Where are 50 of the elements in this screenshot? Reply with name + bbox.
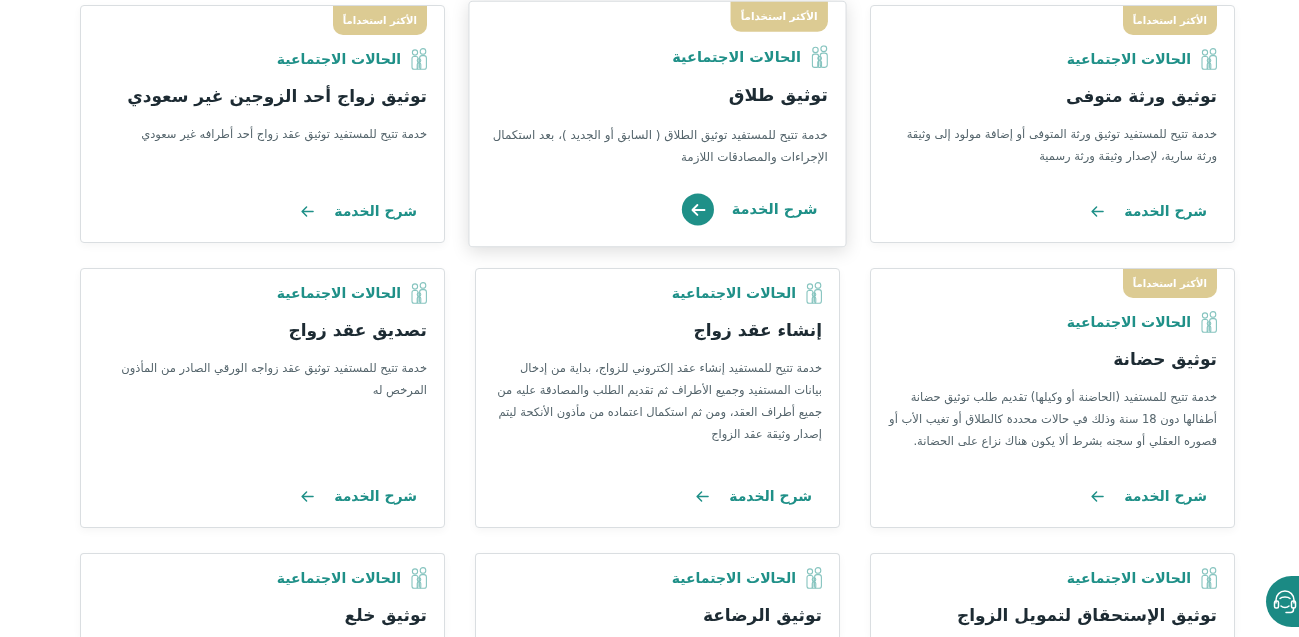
service-title: إنشاء عقد زواج — [692, 319, 822, 343]
service-title: تصديق عقد زواج — [287, 319, 427, 343]
service-title: توثيق الإستحقاق لتمويل الزواج — [955, 604, 1217, 628]
service-details-link[interactable]: شرح الخدمة — [1091, 485, 1207, 507]
people-icon — [411, 567, 427, 589]
service-description: خدمة تتيح للمستفيد إنشاء عقد إلكتروني للزواج، بداية من إدخال بيانات المستفيد وجميع الأطراف ثم تقديم الطلب والمصادقة عليه من جميع أطراف العقد، ومن ثم استكمال اعتماده من مأذون الأنكحة ليتم إصدار وثيقة عقد الزواج — [496, 360, 822, 443]
service-details-link[interactable]: شرح الخدمة — [696, 485, 812, 507]
category-label: الحالات الاجتماعية — [276, 568, 401, 588]
category-label: الحالات الاجتماعية — [276, 49, 401, 69]
service-title: توثيق طلاق — [727, 83, 828, 108]
category-label: الحالات الاجتماعية — [671, 568, 796, 588]
service-description: خدمة تتيح للمستفيد توثيق عقد زواجه الورقي الصادر من المأذون المرخص له — [120, 359, 427, 400]
most-used-badge: الأكثر استخداماً — [1122, 269, 1217, 298]
service-description: خدمة تتيح للمستفيد توثيق ورثة المتوفى أو إضافة مولود إلى وثيقة ورثة سارية، لإصدار وثيقة ورثة رسمية — [905, 125, 1217, 165]
service-details-link[interactable]: شرح الخدمة — [301, 200, 417, 222]
service-title: توثيق خلع — [343, 604, 427, 628]
category-label: الحالات الاجتماعية — [1066, 312, 1191, 332]
most-used-badge: الأكثر استخداماً — [332, 6, 427, 35]
category-label: الحالات الاجتماعية — [671, 283, 796, 303]
category-label: الحالات الاجتماعية — [672, 46, 801, 67]
service-title: توثيق الرضاعة — [701, 604, 822, 628]
service-description: خدمة تتيح للمستفيد توثيق الطلاق ( السابق أو الجديد )، بعد استكمال الإجراءات والمصادقات اللازمة — [491, 126, 828, 167]
people-icon — [806, 567, 822, 589]
most-used-badge: الأكثر استخداماً — [1122, 6, 1217, 35]
people-icon — [411, 282, 427, 304]
service-details-link[interactable]: شرح الخدمة — [301, 485, 417, 507]
people-icon — [811, 45, 828, 69]
most-used-badge: الأكثر استخداماً — [730, 1, 828, 32]
people-icon — [1201, 567, 1217, 589]
arrow-left-icon — [696, 489, 710, 503]
category-label: الحالات الاجتماعية — [1066, 49, 1191, 69]
service-title: توثيق حضانة — [1112, 348, 1217, 372]
people-icon — [1201, 311, 1217, 333]
chat-button[interactable] — [1266, 576, 1299, 627]
arrow-left-icon — [1091, 204, 1105, 218]
service-description: خدمة تتيح للمستفيد (الحاضنة أو وكيلها) تقديم طلب توثيق حضانة أطفالها دون 18 سنة وذلك في حالات محددة كالطلاق أو تغيب الأب أو قصوره العقلي أو سجنه بشرط ألا يكون هناك نزاع على الحضانة. — [888, 388, 1217, 450]
category-label: الحالات الاجتماعية — [1066, 568, 1191, 588]
category-label: الحالات الاجتماعية — [276, 283, 401, 303]
people-icon — [411, 48, 427, 70]
headset-icon — [1273, 588, 1297, 615]
service-title: توثيق زواج أحد الزوجين غير سعودي — [126, 84, 427, 109]
people-icon — [806, 282, 822, 304]
service-title: توثيق ورثة متوفى — [1064, 85, 1217, 109]
arrow-left-icon — [301, 489, 315, 503]
arrow-left-icon — [301, 204, 315, 218]
arrow-left-icon — [1091, 489, 1105, 503]
people-icon — [1201, 48, 1217, 70]
service-description: خدمة تتيح للمستفيد توثيق عقد زواج أحد أطرافه غير سعودي — [140, 125, 427, 144]
service-details-link[interactable]: شرح الخدمة — [1091, 200, 1207, 222]
service-details-link[interactable]: شرح الخدمة — [682, 193, 818, 226]
